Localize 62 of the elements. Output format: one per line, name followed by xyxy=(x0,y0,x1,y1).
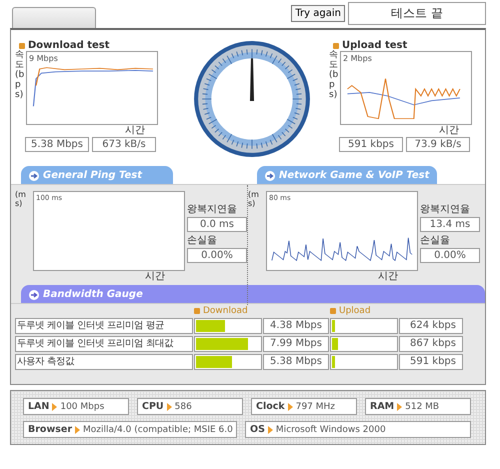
info-value: Mozilla/4.0 (compatible; MSIE 6.0 xyxy=(83,424,233,434)
info-value: 100 Mbps xyxy=(60,402,104,412)
triangle-icon xyxy=(75,426,80,434)
delay-value: 0.0 ms xyxy=(187,217,247,232)
loss-value: 0.00% xyxy=(187,248,247,263)
download-value: 7.99 Mbps xyxy=(263,336,329,352)
download-value: 5.38 Mbps xyxy=(263,354,329,370)
info-value: 512 MB xyxy=(405,402,440,412)
section-tab[interactable]: Network Game & VoIP Test xyxy=(257,166,438,184)
section-tab[interactable]: Bandwidth Gauge xyxy=(21,285,485,303)
rate-value: 73.9 kB/s xyxy=(406,137,470,152)
axis-label: 시간 xyxy=(145,271,165,283)
triangle-icon xyxy=(52,402,58,410)
axis-label: 시간 xyxy=(378,271,398,283)
axis-label: 속도(bps) xyxy=(329,51,338,102)
section-tab[interactable]: General Ping Test xyxy=(21,166,173,184)
info-key: CPU xyxy=(142,401,164,412)
status-field: 테스트 끝 xyxy=(348,2,486,25)
axis-label: (ms) xyxy=(15,191,27,210)
stat-label: 왕복지연율 xyxy=(187,203,238,216)
column-heading: Download xyxy=(194,306,262,316)
info-key: OS xyxy=(250,424,265,435)
info-value: 586 xyxy=(174,402,192,412)
scale-label: 9 Mbps xyxy=(29,54,58,63)
arrow-icon xyxy=(29,170,39,180)
connection-label: 사용자 측정값 xyxy=(15,354,193,370)
triangle-icon xyxy=(288,402,293,410)
chart-title: Download test xyxy=(15,40,165,51)
info-key: RAM xyxy=(370,401,394,412)
upload-value: 867 kbps xyxy=(399,336,463,352)
info-key: LAN xyxy=(28,401,50,412)
loss-value: 0.00% xyxy=(420,248,480,263)
speed-value: 591 kbps xyxy=(339,137,403,152)
axis-label: 시간 xyxy=(125,125,145,137)
axis-label: 속도(bps) xyxy=(15,51,24,102)
try-again-button[interactable]: Try again xyxy=(291,5,345,22)
download-value: 4.38 Mbps xyxy=(263,318,329,334)
upload-value: 591 kbps xyxy=(399,354,463,370)
page-tab[interactable] xyxy=(12,7,96,28)
upload-value: 624 kbps xyxy=(399,318,463,334)
column-heading: Upload xyxy=(330,306,398,316)
info-value: 797 MHz xyxy=(296,402,336,412)
axis-label: 시간 xyxy=(439,125,459,137)
info-key: Clock xyxy=(256,401,285,412)
stat-label: 왕복지연율 xyxy=(420,203,471,216)
scale-label: 2 Mbps xyxy=(343,54,372,63)
rate-value: 673 kB/s xyxy=(92,137,156,152)
connection-label: 두루넷 케이블 인터넷 프리미엄 최대값 xyxy=(15,336,193,352)
triangle-icon xyxy=(397,402,402,410)
info-key: Browser xyxy=(28,424,72,435)
arrow-icon xyxy=(265,170,275,180)
axis-label: (ms) xyxy=(248,191,260,210)
connection-label: 두루넷 케이블 인터넷 프리미엄 평균 xyxy=(15,318,193,334)
stat-label: 손실율 xyxy=(187,234,218,247)
triangle-icon xyxy=(166,402,172,410)
info-value: Microsoft Windows 2000 xyxy=(276,424,386,434)
triangle-icon xyxy=(268,426,273,434)
stat-label: 손실율 xyxy=(420,234,451,247)
arrow-icon xyxy=(29,290,39,300)
delay-value: 13.4 ms xyxy=(420,217,480,232)
chart-title: Upload test xyxy=(329,40,479,51)
speed-value: 5.38 Mbps xyxy=(25,137,89,152)
